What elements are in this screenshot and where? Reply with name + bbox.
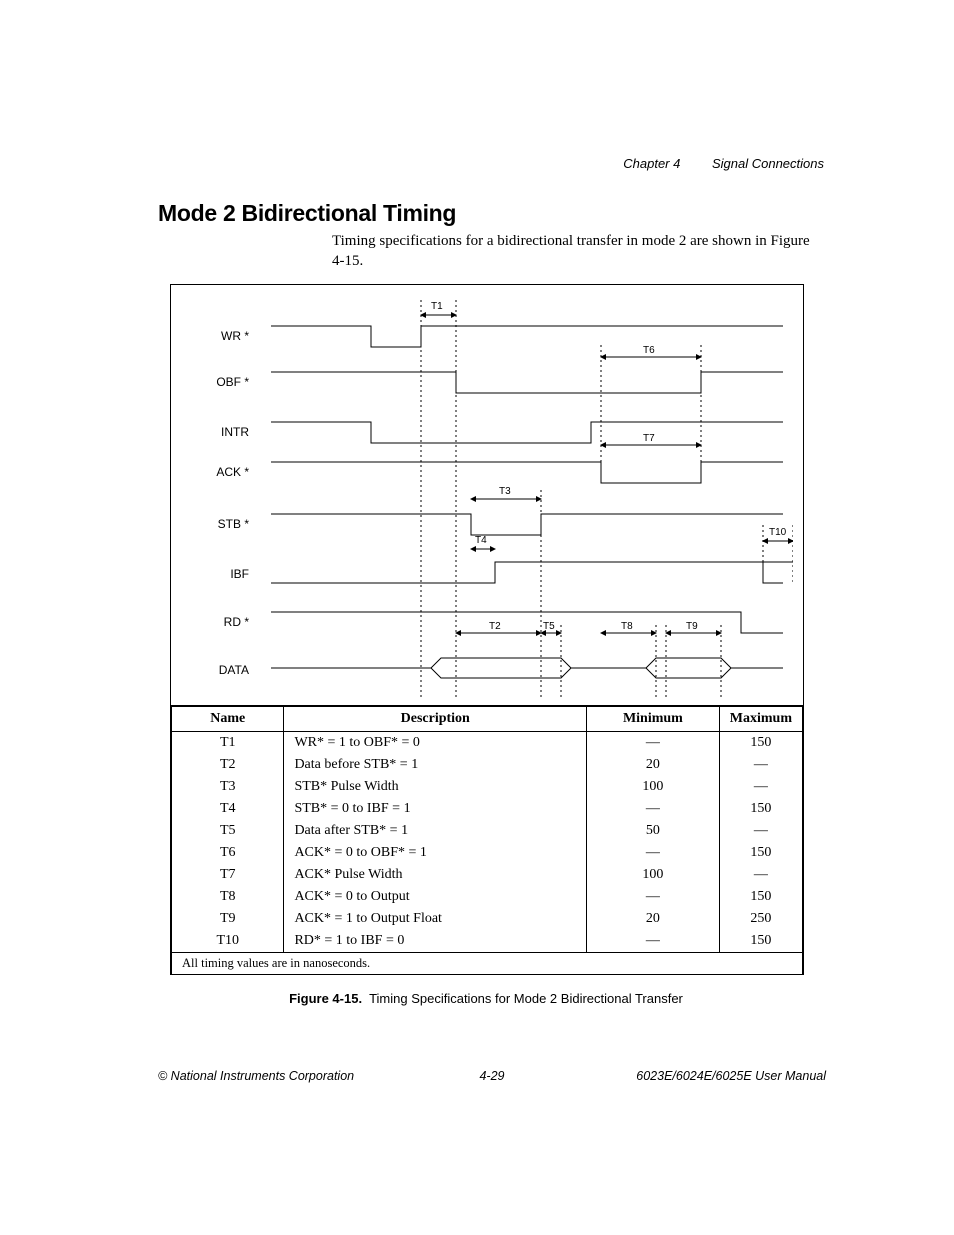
signal-label-wr: WR *	[171, 329, 249, 343]
cell-name: T3	[172, 776, 284, 798]
page-footer: © National Instruments Corporation 4-29 …	[158, 1069, 826, 1083]
marker-t9: T9	[686, 621, 698, 632]
table-row: T5Data after STB* = 150—	[172, 820, 803, 842]
marker-t3: T3	[499, 486, 511, 497]
col-max: Maximum	[719, 707, 802, 732]
cell-min: 50	[587, 820, 720, 842]
cell-desc: Data after STB* = 1	[284, 820, 587, 842]
table-row: T6ACK* = 0 to OBF* = 1—150	[172, 842, 803, 864]
cell-max: 150	[719, 930, 802, 953]
cell-max: 150	[719, 886, 802, 908]
cell-desc: STB* = 0 to IBF = 1	[284, 798, 587, 820]
marker-t5: T5	[543, 621, 555, 632]
cell-name: T4	[172, 798, 284, 820]
cell-desc: ACK* = 0 to Output	[284, 886, 587, 908]
table-header-row: Name Description Minimum Maximum	[172, 707, 803, 732]
cell-min: —	[587, 886, 720, 908]
cell-min: 100	[587, 776, 720, 798]
cell-min: 100	[587, 864, 720, 886]
cell-desc: Data before STB* = 1	[284, 754, 587, 776]
marker-t4: T4	[475, 535, 487, 546]
table-note: All timing values are in nanoseconds.	[172, 953, 803, 975]
cell-max: 150	[719, 842, 802, 864]
col-desc: Description	[284, 707, 587, 732]
marker-t2: T2	[489, 621, 501, 632]
timing-svg: T1 T6 T7 T3 T4 T10 T2	[261, 285, 793, 705]
marker-t6: T6	[643, 345, 655, 356]
cell-max: 250	[719, 908, 802, 930]
cell-name: T8	[172, 886, 284, 908]
caption-label: Figure 4-15.	[289, 991, 362, 1006]
running-header: Chapter 4 Signal Connections	[623, 156, 824, 171]
signal-label-stb: STB *	[171, 517, 249, 531]
header-section: Signal Connections	[712, 156, 824, 171]
cell-name: T10	[172, 930, 284, 953]
marker-t7: T7	[643, 433, 655, 444]
timing-table: Name Description Minimum Maximum T1WR* =…	[171, 706, 803, 975]
cell-name: T7	[172, 864, 284, 886]
cell-name: T9	[172, 908, 284, 930]
marker-t8: T8	[621, 621, 633, 632]
table-row: T3STB* Pulse Width100—	[172, 776, 803, 798]
cell-desc: WR* = 1 to OBF* = 0	[284, 732, 587, 755]
cell-min: —	[587, 842, 720, 864]
signal-label-obf: OBF *	[171, 375, 249, 389]
footer-center: 4-29	[158, 1069, 826, 1083]
cell-max: —	[719, 820, 802, 842]
cell-min: 20	[587, 908, 720, 930]
signal-label-ack: ACK *	[171, 465, 249, 479]
table-row: T10RD* = 1 to IBF = 0—150	[172, 930, 803, 953]
header-chapter: Chapter 4	[623, 156, 680, 171]
cell-name: T2	[172, 754, 284, 776]
cell-name: T5	[172, 820, 284, 842]
timing-diagram: WR * OBF * INTR ACK * STB * IBF RD * DAT…	[171, 285, 803, 706]
cell-min: 20	[587, 754, 720, 776]
marker-t10: T10	[769, 527, 787, 538]
cell-min: —	[587, 732, 720, 755]
cell-max: 150	[719, 732, 802, 755]
cell-min: —	[587, 798, 720, 820]
section-title: Mode 2 Bidirectional Timing	[158, 200, 456, 227]
signal-label-rd: RD *	[171, 615, 249, 629]
table-note-row: All timing values are in nanoseconds.	[172, 953, 803, 975]
cell-max: —	[719, 754, 802, 776]
table-row: T1WR* = 1 to OBF* = 0—150	[172, 732, 803, 755]
cell-desc: ACK* = 0 to OBF* = 1	[284, 842, 587, 864]
cell-desc: STB* Pulse Width	[284, 776, 587, 798]
signal-label-ibf: IBF	[171, 567, 249, 581]
cell-min: —	[587, 930, 720, 953]
cell-name: T6	[172, 842, 284, 864]
table-row: T7ACK* Pulse Width100—	[172, 864, 803, 886]
figure-caption: Figure 4-15. Timing Specifications for M…	[170, 991, 802, 1006]
table-row: T9ACK* = 1 to Output Float20250	[172, 908, 803, 930]
cell-max: —	[719, 864, 802, 886]
caption-text: Timing Specifications for Mode 2 Bidirec…	[369, 991, 683, 1006]
cell-max: —	[719, 776, 802, 798]
page: Chapter 4 Signal Connections Mode 2 Bidi…	[0, 0, 954, 1235]
cell-desc: ACK* Pulse Width	[284, 864, 587, 886]
table-row: T4STB* = 0 to IBF = 1—150	[172, 798, 803, 820]
col-min: Minimum	[587, 707, 720, 732]
cell-name: T1	[172, 732, 284, 755]
col-name: Name	[172, 707, 284, 732]
cell-desc: RD* = 1 to IBF = 0	[284, 930, 587, 953]
table-row: T8ACK* = 0 to Output—150	[172, 886, 803, 908]
cell-desc: ACK* = 1 to Output Float	[284, 908, 587, 930]
signal-label-intr: INTR	[171, 425, 249, 439]
table-row: T2Data before STB* = 120—	[172, 754, 803, 776]
intro-paragraph: Timing specifications for a bidirectiona…	[332, 231, 824, 272]
signal-label-data: DATA	[171, 663, 249, 677]
figure-box: WR * OBF * INTR ACK * STB * IBF RD * DAT…	[170, 284, 804, 975]
cell-max: 150	[719, 798, 802, 820]
marker-t1: T1	[431, 301, 443, 312]
